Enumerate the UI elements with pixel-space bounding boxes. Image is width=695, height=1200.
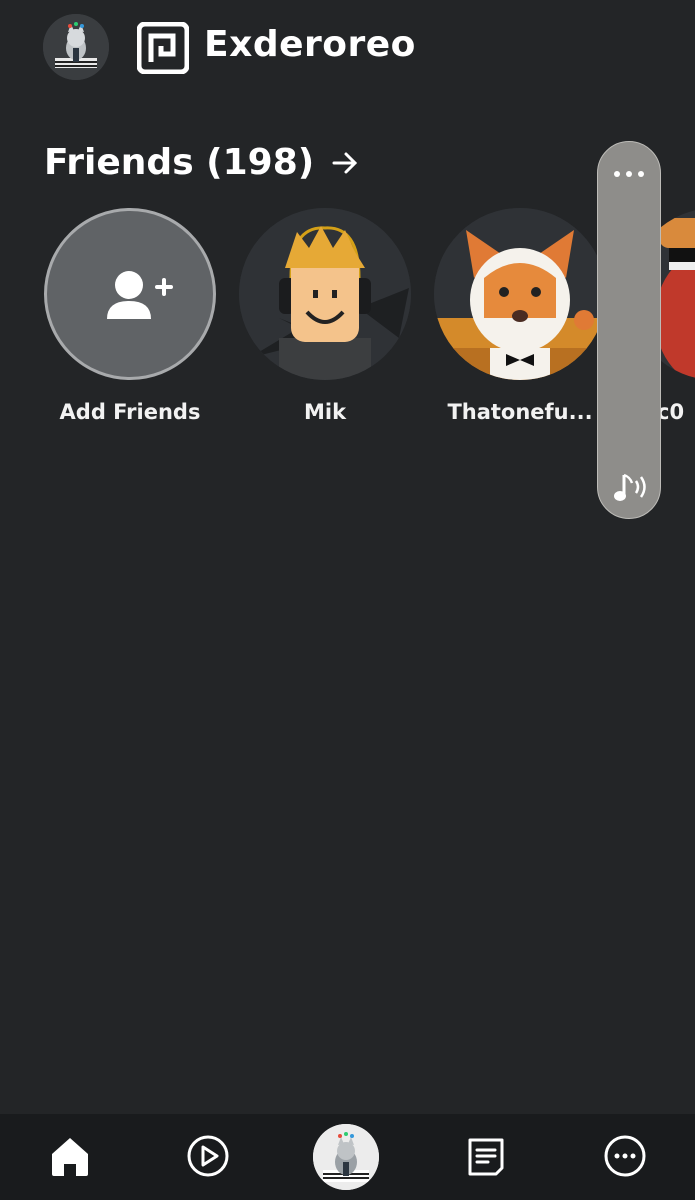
friend-avatar — [434, 208, 606, 380]
arrow-right-icon — [332, 152, 358, 173]
avatar-image — [313, 1124, 379, 1190]
friend-item-mik[interactable]: Mik — [227, 208, 423, 424]
friend-avatar — [239, 208, 411, 380]
friend-avatar-image — [434, 208, 606, 380]
add-friends-circle — [44, 208, 216, 380]
add-user-icon — [107, 271, 173, 319]
music-sound-icon[interactable] — [610, 467, 650, 507]
friend-name: Thatonefu... — [447, 400, 593, 424]
friend-item-thatonefu[interactable]: Thatonefu... — [422, 208, 618, 424]
play-icon[interactable] — [184, 1132, 232, 1180]
roblox-logo-icon — [137, 22, 189, 74]
top-bar: Exderoreo — [0, 0, 695, 100]
friend-name: Mik — [303, 400, 347, 424]
username: Exderoreo — [204, 24, 416, 65]
friends-carousel[interactable]: Add Friends Mik Thatonefu... c0 — [0, 208, 695, 438]
chat-icon[interactable] — [462, 1132, 510, 1180]
more-icon[interactable] — [601, 1132, 649, 1180]
friend-name: Add Friends — [59, 400, 201, 424]
friend-avatar-image — [239, 208, 411, 380]
home-icon[interactable] — [46, 1132, 94, 1180]
friends-header-link[interactable]: Friends (198) — [44, 142, 360, 183]
more-dots-icon[interactable] — [598, 162, 660, 181]
avatar[interactable] — [313, 1124, 379, 1190]
avatar-image — [43, 14, 109, 80]
profile-avatar[interactable] — [43, 14, 109, 80]
floating-side-panel[interactable] — [597, 141, 661, 519]
add-friends-button[interactable]: Add Friends — [32, 208, 228, 424]
friends-title: Friends (198) — [44, 142, 315, 183]
bottom-navigation — [0, 1114, 695, 1200]
